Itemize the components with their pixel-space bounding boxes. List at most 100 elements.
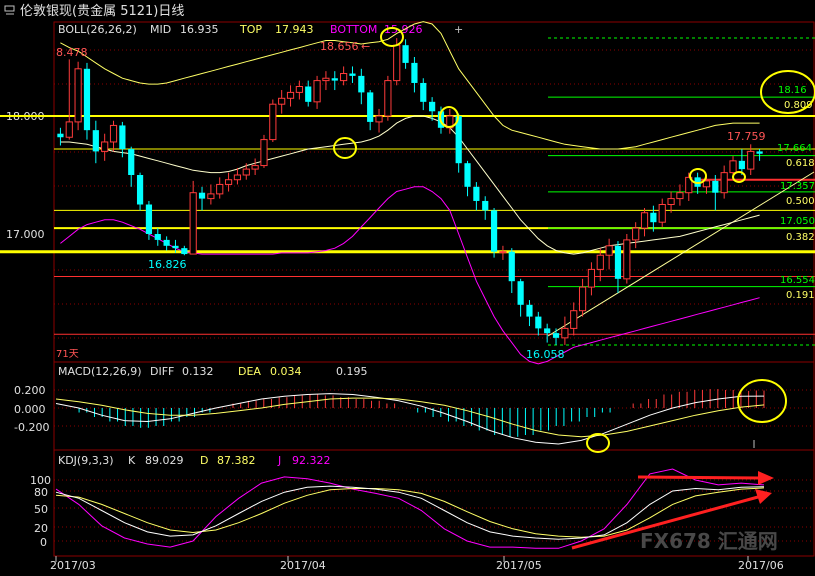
- candle-body: [305, 86, 312, 102]
- candle-body: [163, 239, 170, 246]
- candle-body: [74, 68, 82, 123]
- candle-body: [526, 304, 533, 317]
- candle: [154, 228, 161, 246]
- candle: [720, 165, 728, 199]
- candle-body: [322, 77, 330, 82]
- candle-body: [747, 150, 755, 170]
- kdj-d-label: D: [200, 454, 208, 467]
- kdj-label: KDJ(9,3,3): [58, 454, 114, 467]
- candle-body: [508, 251, 515, 282]
- candle: [561, 316, 569, 345]
- candle: [499, 245, 507, 260]
- candle-body: [216, 183, 224, 195]
- candle: [402, 39, 409, 69]
- candle: [429, 97, 436, 121]
- candle: [614, 241, 622, 293]
- date-label: 2017/06: [738, 559, 784, 572]
- macd-diff-value: 0.132: [182, 365, 214, 378]
- fib-price-label: 17.050: [780, 216, 815, 227]
- candle-body: [676, 192, 684, 200]
- candle: [83, 62, 91, 140]
- kdj-k-value: 89.029: [145, 454, 184, 467]
- candle-body: [198, 192, 206, 199]
- candle-body: [756, 151, 763, 154]
- candle: [295, 80, 303, 100]
- candle-body: [729, 160, 737, 174]
- candle-body: [490, 210, 498, 252]
- candle-body: [402, 45, 409, 63]
- candle: [260, 134, 268, 168]
- candle: [508, 248, 515, 293]
- candle: [667, 191, 675, 213]
- candle: [544, 323, 551, 343]
- candle: [535, 311, 542, 336]
- candle-body: [145, 204, 153, 234]
- candle-body: [260, 139, 268, 167]
- candle-body: [667, 198, 675, 206]
- candle-body: [411, 62, 418, 83]
- candle: [349, 66, 356, 83]
- candle: [340, 66, 348, 86]
- macd-value: 0.195: [336, 365, 368, 378]
- candle-body: [535, 316, 542, 329]
- candle: [224, 172, 233, 192]
- macd-legend: MACD(12,26,9) DIFF 0.132 DEA 0.034 0.195: [58, 365, 368, 378]
- kdj-d-value: 87.382: [217, 454, 256, 467]
- candle-body: [420, 82, 427, 102]
- candle: [251, 158, 259, 175]
- boll-top-line: [60, 21, 760, 150]
- candle: [109, 120, 118, 152]
- candle: [331, 71, 338, 91]
- candle-body: [65, 121, 73, 138]
- page-title: 伦敦银现(贵金属 5121)日线: [20, 3, 184, 19]
- macd-tick-label: 0.200: [14, 384, 46, 397]
- candle-body: [658, 204, 666, 223]
- kdj-k-label: K: [128, 454, 136, 467]
- plus-icon[interactable]: +: [454, 23, 463, 36]
- candle: [756, 149, 763, 161]
- candle: [242, 163, 250, 180]
- candle-body: [578, 286, 587, 312]
- candle-body: [358, 75, 365, 93]
- boll-top-label: TOP: [239, 23, 262, 36]
- high-annotation: 8.478: [56, 46, 88, 59]
- arrow-head-icon: [755, 489, 772, 504]
- kdj-j-label: J: [277, 454, 281, 467]
- candle-body: [313, 80, 321, 103]
- candle-body: [101, 141, 109, 152]
- watermark: FX678 汇通网: [640, 529, 778, 553]
- candle-body: [181, 248, 188, 255]
- arrow-left-icon: ←: [361, 40, 370, 53]
- low-annotation: 16.826: [148, 258, 187, 271]
- boll-bottom-label: BOTTOM: [330, 23, 377, 36]
- candle: [632, 222, 640, 249]
- candle: [286, 85, 295, 107]
- boll-label: BOLL(26,26,2): [58, 23, 137, 36]
- candle: [207, 184, 215, 205]
- boll-legend: BOLL(26,26,2) MID 16.935 TOP 17.943 BOTT…: [58, 23, 423, 36]
- candle: [490, 208, 498, 258]
- candle-body: [278, 97, 286, 105]
- candle: [181, 245, 188, 256]
- candle-body: [57, 133, 64, 138]
- candle: [517, 278, 524, 317]
- candle: [526, 300, 533, 327]
- candle: [216, 177, 224, 199]
- candle: [74, 61, 82, 131]
- candle-body: [375, 115, 383, 123]
- fib-ratio-label: 0.382: [786, 232, 815, 243]
- candle-body: [605, 245, 613, 256]
- fib-ratio-label: 0.500: [786, 196, 815, 207]
- highlight-circle: [737, 379, 787, 423]
- candle: [163, 236, 170, 251]
- candle-body: [517, 281, 524, 305]
- candle-body: [92, 130, 99, 152]
- candle-body: [596, 254, 604, 270]
- candle-body: [632, 227, 640, 241]
- candle-body: [154, 234, 161, 240]
- candle-body: [207, 193, 215, 200]
- candle: [233, 167, 242, 185]
- candle: [128, 146, 135, 187]
- candle: [570, 302, 578, 336]
- macd-indicator: [55, 389, 765, 448]
